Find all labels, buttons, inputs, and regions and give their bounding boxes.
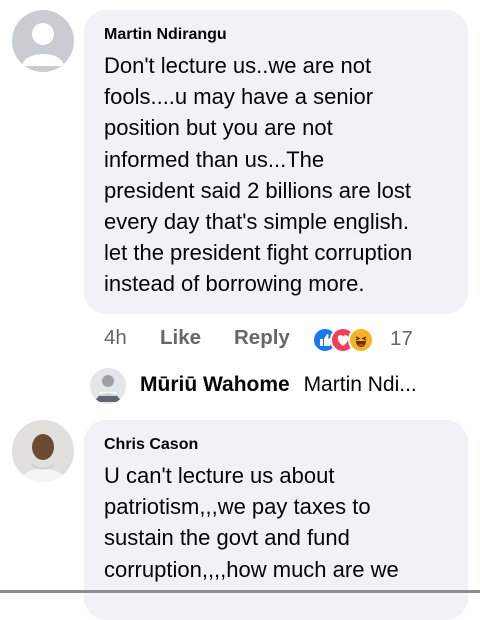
comment-time[interactable]: 4h: [104, 326, 127, 350]
comment-bubble: Martin Ndirangu Don't lecture us..we are…: [84, 10, 468, 314]
profile-photo-icon: [90, 368, 126, 404]
like-button[interactable]: Like: [160, 326, 201, 350]
reply-preview[interactable]: Mūriū Wahome Martin Ndi...: [140, 373, 460, 397]
reaction-summary[interactable]: 17: [312, 327, 432, 355]
default-user-icon: [22, 23, 64, 66]
reply-author[interactable]: Mūriū Wahome: [140, 373, 290, 396]
reply-avatar[interactable]: [90, 368, 126, 404]
haha-reaction-icon: [348, 327, 374, 353]
comment-author[interactable]: Martin Ndirangu: [104, 26, 412, 44]
reaction-count: 17: [390, 327, 413, 350]
comment-author[interactable]: Chris Cason: [104, 436, 399, 454]
avatar[interactable]: [12, 10, 74, 72]
comment-text: Don't lecture us..we are not fools....u …: [104, 53, 413, 297]
reply-text-preview: Martin Ndi...: [303, 373, 417, 396]
profile-photo-icon: [12, 420, 74, 482]
comment-text: U can't lecture us about patriotism,,,we…: [104, 463, 399, 582]
avatar[interactable]: [12, 420, 74, 482]
reply-button[interactable]: Reply: [234, 326, 290, 350]
